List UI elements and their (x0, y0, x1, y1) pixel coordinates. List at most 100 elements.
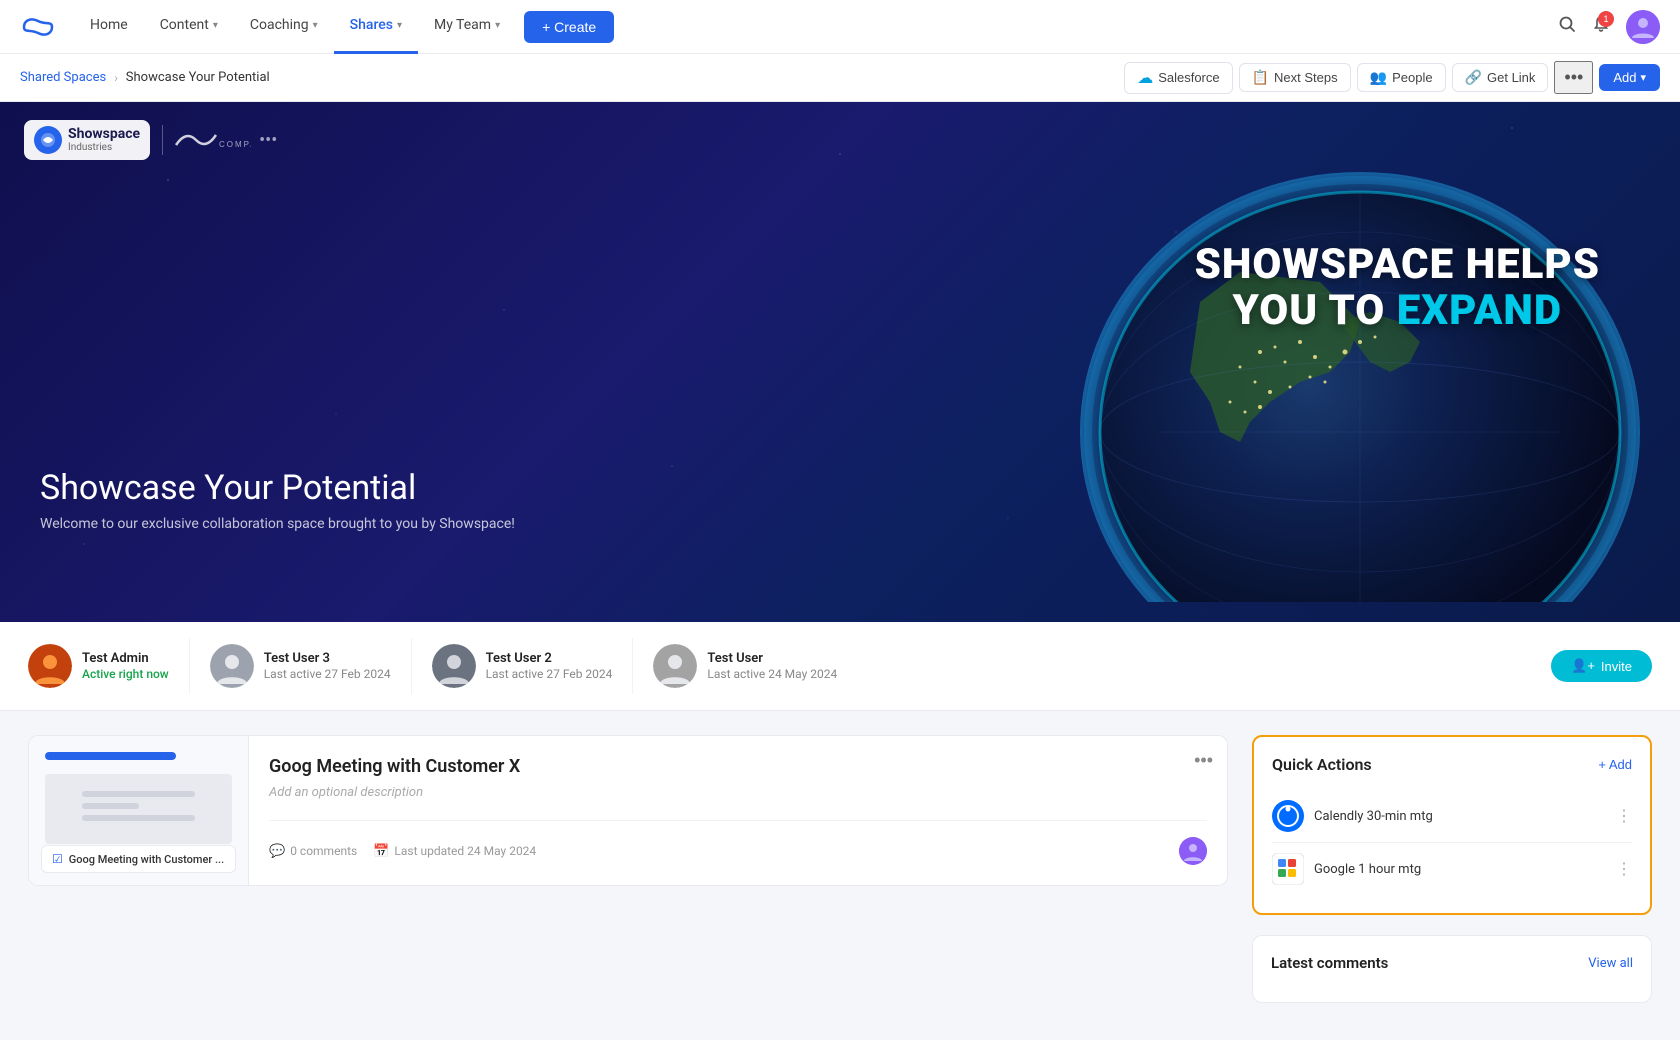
meeting-thumbnail[interactable]: ☑ Goog Meeting with Customer ... (29, 736, 249, 885)
avatar-image (1626, 10, 1660, 44)
users-row: Test Admin Active right now Test User 3 … (0, 622, 1680, 711)
meeting-title: Goog Meeting with Customer X (269, 756, 1207, 777)
breadcrumb-separator: › (114, 71, 118, 85)
hero-title-area: Showcase Your Potential Welcome to our e… (40, 468, 515, 532)
add-button[interactable]: Add ▾ (1599, 64, 1660, 91)
breadcrumb-bar: Shared Spaces › Showcase Your Potential … (0, 54, 1680, 102)
user-status: Last active 27 Feb 2024 (264, 667, 391, 681)
hero-title: Showcase Your Potential (40, 468, 515, 508)
company-subtitle: Industries (68, 142, 140, 153)
notification-badge: 1 (1598, 11, 1614, 27)
comment-icon: 💬 (269, 844, 285, 859)
user-avatar-3 (653, 644, 697, 688)
company-logo-icon (34, 126, 62, 154)
more-options-button[interactable]: ••• (1554, 61, 1593, 94)
user-card[interactable]: Test Admin Active right now (28, 638, 190, 694)
hero-tagline: SHOWSPACE HELPS YOU TO EXPAND (1195, 242, 1600, 334)
quick-actions-add-button[interactable]: + Add (1598, 757, 1632, 772)
meeting-comments: 💬 0 comments (269, 844, 357, 859)
quick-action-item[interactable]: Calendly 30-min mtg ⋮ (1272, 790, 1632, 843)
partner-logo: COMPANY (171, 125, 251, 155)
content-left: ☑ Goog Meeting with Customer ... ••• Goo… (28, 735, 1228, 906)
link-icon: 🔗 (1465, 69, 1482, 86)
hero-logo-area: Showspace Industries COMPANY ••• (24, 120, 277, 160)
thumb-line (82, 815, 194, 821)
meeting-updated: 📅 Last updated 24 May 2024 (373, 844, 536, 859)
company-name: Showspace (68, 127, 140, 142)
hero-tagline-line2: YOU TO EXPAND (1195, 288, 1600, 334)
thumb-bar (45, 752, 176, 760)
chevron-down-icon: ▾ (1640, 71, 1646, 84)
user-card[interactable]: Test User 2 Last active 27 Feb 2024 (432, 638, 634, 694)
document-icon: ☑ (52, 852, 63, 866)
qa-item-icon-0 (1272, 800, 1304, 832)
thumb-line (82, 791, 194, 797)
thumb-label-text: Goog Meeting with Customer ... (69, 853, 224, 866)
search-icon (1558, 15, 1576, 33)
user-avatar[interactable] (1626, 10, 1660, 44)
user-avatar-1 (210, 644, 254, 688)
meeting-more-button[interactable]: ••• (1194, 750, 1213, 771)
svg-text:COMPANY: COMPANY (219, 140, 251, 149)
user-name: Test Admin (82, 651, 169, 666)
hero-banner: Showspace Industries COMPANY ••• (0, 102, 1680, 622)
salesforce-button[interactable]: ☁ Salesforce (1124, 62, 1232, 94)
quick-action-item[interactable]: Google 1 hour mtg ⋮ (1272, 843, 1632, 895)
meeting-description: Add an optional description (269, 785, 1207, 800)
notifications-button[interactable]: 1 (1592, 15, 1610, 38)
user-card[interactable]: Test User Last active 24 May 2024 (653, 638, 857, 694)
breadcrumb-parent-link[interactable]: Shared Spaces (20, 70, 106, 85)
qa-item-more-button[interactable]: ⋮ (1616, 806, 1632, 826)
user-status: Active right now (82, 667, 169, 681)
meeting-detail: ••• Goog Meeting with Customer X Add an … (249, 736, 1227, 885)
qa-item-more-button[interactable]: ⋮ (1616, 859, 1632, 879)
create-button[interactable]: + Create (524, 11, 614, 43)
meeting-footer: 💬 0 comments 📅 Last updated 24 May 2024 (269, 820, 1207, 865)
nav-my-team[interactable]: My Team ▾ (418, 0, 516, 54)
hero-tagline-accent: EXPAND (1397, 286, 1562, 335)
chevron-down-icon: ▾ (397, 20, 402, 31)
quick-actions-header: Quick Actions + Add (1272, 755, 1632, 774)
people-button[interactable]: 👥 People (1357, 63, 1446, 92)
nav-shares[interactable]: Shares ▾ (334, 0, 418, 54)
hero-globe (1060, 122, 1680, 602)
nav-content[interactable]: Content ▾ (144, 0, 234, 54)
breadcrumb-toolbar: ☁ Salesforce 📋 Next Steps 👥 People 🔗 Get… (1124, 61, 1660, 94)
nav-coaching[interactable]: Coaching ▾ (234, 0, 334, 54)
checklist-icon: 📋 (1252, 69, 1269, 86)
next-steps-button[interactable]: 📋 Next Steps (1239, 63, 1351, 92)
user-avatar-0 (28, 644, 72, 688)
view-all-link[interactable]: View all (1588, 956, 1633, 971)
calendar-icon: 📅 (373, 844, 389, 859)
breadcrumb: Shared Spaces › Showcase Your Potential (20, 70, 270, 85)
thumb-line-short (82, 803, 138, 809)
user-status: Last active 24 May 2024 (707, 667, 837, 681)
get-link-button[interactable]: 🔗 Get Link (1452, 63, 1549, 92)
search-button[interactable] (1558, 15, 1576, 38)
nav-right: 1 (1558, 10, 1660, 44)
invite-button[interactable]: 👤+ Invite (1551, 650, 1652, 682)
app-logo[interactable] (20, 15, 56, 39)
latest-comments-header: Latest comments View all (1271, 954, 1633, 972)
latest-comments-title: Latest comments (1271, 954, 1388, 972)
main-content: ☑ Goog Meeting with Customer ... ••• Goo… (0, 711, 1680, 1027)
quick-actions-list: Calendly 30-min mtg ⋮ Google 1 hour mtg … (1272, 790, 1632, 895)
nav-items: Home Content ▾ Coaching ▾ Shares ▾ My Te… (74, 0, 1558, 54)
hero-subtitle: Welcome to our exclusive collaboration s… (40, 516, 515, 532)
user-card[interactable]: Test User 3 Last active 27 Feb 2024 (210, 638, 412, 694)
people-icon: 👥 (1370, 69, 1387, 86)
qa-item-label: Calendly 30-min mtg (1314, 809, 1606, 824)
user-name: Test User 2 (486, 651, 613, 666)
nav-home[interactable]: Home (74, 0, 144, 54)
thumb-block (45, 774, 232, 844)
quick-actions-panel: Quick Actions + Add Calendly 30-min mtg … (1252, 735, 1652, 915)
meeting-card: ☑ Goog Meeting with Customer ... ••• Goo… (28, 735, 1228, 886)
hero-more-dots[interactable]: ••• (259, 130, 277, 151)
hero-tagline-line1: SHOWSPACE HELPS (1195, 242, 1600, 288)
qa-item-icon-1 (1272, 853, 1304, 885)
meeting-author-avatar (1179, 837, 1207, 865)
user-status: Last active 27 Feb 2024 (486, 667, 613, 681)
content-right: Quick Actions + Add Calendly 30-min mtg … (1252, 735, 1652, 1003)
user-name: Test User 3 (264, 651, 391, 666)
hero-company-logo-box[interactable]: Showspace Industries (24, 120, 150, 160)
